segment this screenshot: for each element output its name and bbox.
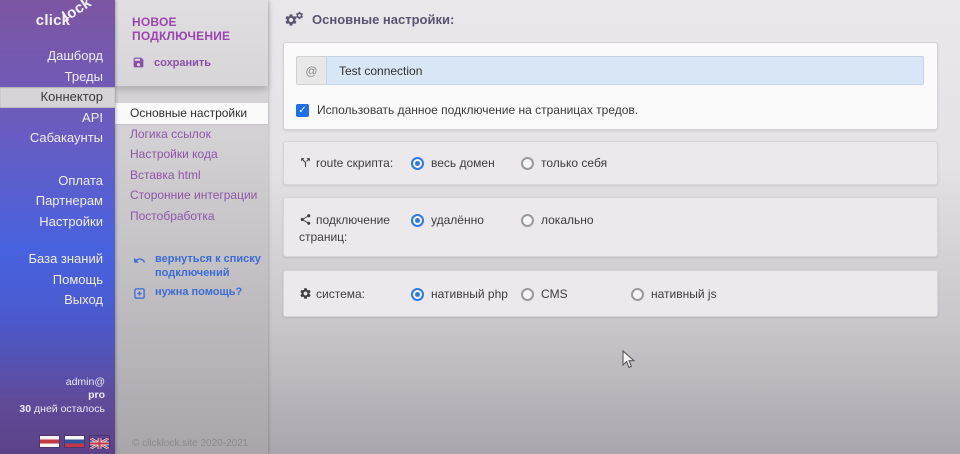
days-number: 30 [19, 403, 31, 415]
system-panel: система: нативный php CMS нативный js [283, 270, 938, 317]
radio-option-native-js[interactable]: нативный js [631, 287, 717, 301]
gears-icon [284, 11, 306, 28]
flag-belarus-icon[interactable] [40, 436, 59, 447]
submenu-title: НОВОЕ ПОДКЛЮЧЕНИЕ [115, 0, 268, 43]
account-info: admin@ pro 30 дней осталось [19, 376, 105, 417]
tab-html-insert[interactable]: Вставка html [115, 165, 268, 186]
clicklock-logo[interactable]: clicklock [36, 12, 101, 29]
primary-nav: Дашборд Треды Коннектор API Сабакаунты О… [0, 46, 115, 311]
radio-icon[interactable] [631, 288, 644, 301]
radio-label: нативный js [651, 287, 717, 301]
need-help-link[interactable]: нужна помощь? [133, 286, 265, 300]
sidebar-item-connector[interactable]: Коннектор [0, 87, 115, 108]
sidebar-item-logout[interactable]: Выход [0, 290, 115, 311]
sidebar-item-knowledge-base[interactable]: База знаний [0, 249, 115, 270]
settings-menu: Основные настройки Логика ссылок Настрой… [115, 103, 268, 226]
page-title: Основные настройки: [312, 12, 454, 27]
gear-icon [299, 287, 312, 304]
connection-name-input[interactable] [326, 56, 924, 85]
group-label-text: route скрипта: [316, 156, 393, 170]
radio-option-native-php[interactable]: нативный php [411, 287, 508, 301]
script-route-panel: route скрипта: весь домен только себя [283, 141, 938, 185]
script-route-label: route скрипта: [299, 156, 399, 173]
radio-option-whole-domain[interactable]: весь домен [411, 156, 495, 170]
account-plan: pro [19, 389, 105, 403]
back-to-list-label: вернуться к списку подключений [155, 253, 265, 280]
page-connection-panel: подключение страниц: удалённо локально [283, 197, 938, 257]
save-icon [132, 56, 145, 69]
help-box-icon [133, 287, 146, 300]
need-help-label: нужна помощь? [155, 286, 265, 300]
mouse-cursor [622, 350, 635, 369]
sidebar-item-api[interactable]: API [0, 108, 115, 129]
days-text: дней осталось [34, 403, 105, 415]
flag-uk-icon[interactable] [90, 436, 109, 447]
connection-name-panel: @ ✓ Использовать данное подключение на с… [283, 42, 938, 130]
radio-option-cms[interactable]: CMS [521, 287, 568, 301]
page-connection-label: подключение страниц: [299, 213, 399, 245]
radio-label: локально [541, 213, 594, 227]
copyright-text: © clicklock.site 2020-2021 [132, 438, 248, 449]
primary-sidebar: clicklock Дашборд Треды Коннектор API Са… [0, 0, 115, 454]
submenu-header: НОВОЕ ПОДКЛЮЧЕНИЕ сохранить [115, 0, 268, 86]
radio-icon[interactable] [411, 157, 424, 170]
use-on-threads-checkbox[interactable]: ✓ [296, 104, 309, 117]
tab-third-party-integrations[interactable]: Сторонние интеграции [115, 185, 268, 206]
back-to-list-link[interactable]: вернуться к списку подключений [133, 253, 265, 280]
radio-label: CMS [541, 287, 568, 301]
sidebar-item-threads[interactable]: Треды [0, 67, 115, 88]
radio-icon[interactable] [411, 288, 424, 301]
page-header: Основные настройки: [284, 11, 454, 28]
group-label-text: подключение страниц: [299, 213, 390, 244]
system-label: система: [299, 287, 399, 304]
radio-option-only-self[interactable]: только себя [521, 156, 607, 170]
undo-icon [133, 254, 146, 267]
at-sign-addon: @ [296, 56, 326, 85]
radio-icon[interactable] [521, 214, 534, 227]
sidebar-item-dashboard[interactable]: Дашборд [0, 46, 115, 67]
radio-icon[interactable] [521, 157, 534, 170]
language-switcher [40, 436, 109, 447]
app-window: clicklock Дашборд Треды Коннектор API Са… [0, 0, 960, 454]
save-button[interactable]: сохранить [132, 56, 268, 69]
call-split-icon [299, 156, 312, 173]
account-email: admin@ [19, 376, 105, 390]
main-content: Основные настройки: @ ✓ Использовать дан… [268, 0, 960, 454]
sidebar-item-payment[interactable]: Оплата [0, 171, 115, 192]
tab-link-logic[interactable]: Логика ссылок [115, 124, 268, 145]
radio-label: удалённо [431, 213, 484, 227]
sidebar-item-settings[interactable]: Настройки [0, 212, 115, 233]
use-on-threads-row: ✓ Использовать данное подключение на стр… [296, 103, 638, 117]
connection-submenu: НОВОЕ ПОДКЛЮЧЕНИЕ сохранить Основные нас… [115, 0, 268, 454]
radio-option-local[interactable]: локально [521, 213, 594, 227]
tab-basic-settings[interactable]: Основные настройки [115, 103, 268, 124]
sidebar-item-subaccounts[interactable]: Сабакаунты [0, 128, 115, 149]
tab-code-settings[interactable]: Настройки кода [115, 144, 268, 165]
connection-name-input-group: @ [296, 56, 924, 85]
radio-label: весь домен [431, 156, 495, 170]
share-icon [299, 213, 312, 230]
use-on-threads-label: Использовать данное подключение на стран… [317, 103, 638, 117]
group-label-text: система: [316, 287, 365, 301]
radio-option-remote[interactable]: удалённо [411, 213, 484, 227]
sidebar-item-help[interactable]: Помощь [0, 270, 115, 291]
sidebar-item-partners[interactable]: Партнерам [0, 191, 115, 212]
save-button-label: сохранить [154, 57, 211, 69]
radio-label: нативный php [431, 287, 508, 301]
radio-icon[interactable] [411, 214, 424, 227]
radio-label: только себя [541, 156, 607, 170]
flag-russia-icon[interactable] [65, 436, 84, 447]
radio-icon[interactable] [521, 288, 534, 301]
account-days-left: 30 дней осталось [19, 403, 105, 417]
tab-postprocessing[interactable]: Постобработка [115, 206, 268, 227]
